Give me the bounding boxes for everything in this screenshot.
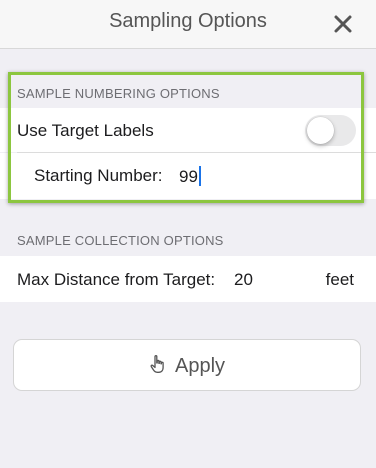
max-distance-label: Max Distance from Target: <box>17 270 216 289</box>
max-distance-field[interactable]: 20 <box>234 270 253 290</box>
use-target-labels-label: Use Target Labels <box>17 121 154 140</box>
max-distance-unit: feet <box>325 270 354 289</box>
use-target-labels-row: Use Target Labels <box>0 108 376 152</box>
use-target-labels-toggle[interactable] <box>305 115 356 146</box>
starting-number-label: Starting Number: <box>34 166 163 185</box>
hand-pointer-icon <box>150 355 164 373</box>
apply-label: Apply <box>174 355 226 377</box>
modal-header: Sampling Options <box>0 0 376 49</box>
apply-button[interactable]: Apply <box>13 339 361 391</box>
starting-number-value: 99 <box>179 167 198 186</box>
modal-title: Sampling Options <box>109 10 267 32</box>
starting-number-field[interactable]: 99 <box>179 166 201 187</box>
max-distance-value: 20 <box>234 270 253 289</box>
close-button[interactable] <box>332 13 354 35</box>
section-header-numbering: SAMPLE NUMBERING OPTIONS <box>17 86 220 101</box>
section-header-collection: SAMPLE COLLECTION OPTIONS <box>17 233 224 248</box>
text-caret <box>198 166 201 186</box>
starting-number-row: Starting Number: 99 <box>0 153 376 199</box>
close-icon <box>334 15 352 33</box>
toggle-knob <box>307 117 334 144</box>
max-distance-row: Max Distance from Target: 20 feet <box>0 256 376 302</box>
